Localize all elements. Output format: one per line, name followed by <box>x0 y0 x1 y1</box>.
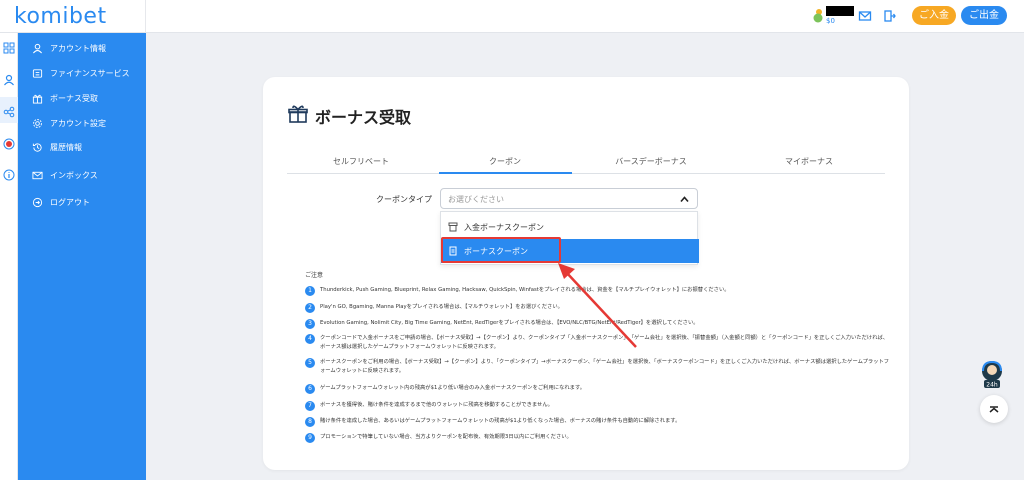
option-label: 入金ボーナスクーポン <box>464 222 544 232</box>
bonus-card: ボーナス受取 セルフリベート クーポン バースデーボーナス マイボーナス クーポ… <box>263 77 909 470</box>
scroll-to-top-button[interactable] <box>980 395 1008 423</box>
icon-rail <box>0 33 18 480</box>
support-chat-icon[interactable]: 24h <box>980 359 1004 389</box>
page-title: ボーナス受取 <box>315 108 412 127</box>
notice-item: 1 Thunderkick, Push Gaming, Blueprint, Re… <box>305 285 890 296</box>
notice-number: 6 <box>305 383 315 394</box>
sidebar-item-history[interactable]: 履歴情報 <box>32 139 82 155</box>
chevron-up-icon <box>989 406 999 413</box>
notice-item: 3 Evolution Gaming, Nolimit City, Big Tim… <box>305 318 890 329</box>
logo-area: komibet <box>0 0 146 33</box>
active-tab-underline <box>439 172 572 174</box>
notice-number: 3 <box>305 318 315 329</box>
notice-item: 7 ボーナスを獲得後、賭け条件を達成するまで他のウォレットに残高を移動することがで… <box>305 400 890 411</box>
coupon-type-label: クーポンタイプ <box>376 195 432 204</box>
notice-item: 2 Play'n GO, Bgaming, Manna Playをプレイされる場合… <box>305 302 890 313</box>
option-deposit-bonus-coupon[interactable]: 入金ボーナスクーポン <box>441 215 699 239</box>
withdraw-button[interactable]: ご出金 <box>961 6 1007 25</box>
notice-number: 9 <box>305 432 315 443</box>
balance-amount: $0 <box>826 17 835 25</box>
share-icon[interactable] <box>3 106 15 118</box>
store-icon <box>448 222 458 232</box>
record-icon[interactable] <box>3 138 15 150</box>
sidebar-item-label: ボーナス受取 <box>50 93 98 103</box>
notice-text: ゲームプラットフォームウォレット内の残高が$1より低い場合のみ入金ボーナスクーポ… <box>320 385 586 391</box>
notice-item: 4 クーポンコードで入金ボーナスをご申請の場合、【ボーナス受取】→【クーポン】より… <box>305 333 890 352</box>
notice-item: 6 ゲームプラットフォームウォレット内の残高が$1より低い場合のみ入金ボーナスクー… <box>305 383 890 394</box>
sidebar-item-account-info[interactable]: アカウント情報 <box>32 40 106 56</box>
history-icon <box>32 142 42 152</box>
finance-icon <box>32 68 43 78</box>
sidebar-item-label: 履歴情報 <box>50 142 82 152</box>
notice-text: Evolution Gaming, Nolimit City, Big Time… <box>320 320 699 326</box>
notice-item: 9 プロモーションで特筆していない場合、当方よりクーポンを配布後、有効期限3日以内… <box>305 432 890 443</box>
sidebar-item-finance[interactable]: ファイナンスサービス <box>32 65 130 81</box>
sidebar-item-label: アカウント設定 <box>50 118 106 128</box>
user-icon[interactable] <box>3 74 15 86</box>
gear-icon <box>33 118 42 128</box>
username-redacted <box>826 6 854 16</box>
gift-icon <box>288 105 308 123</box>
notice-number: 5 <box>305 357 315 368</box>
user-icon <box>32 43 43 53</box>
sidebar: アカウント情報 ファイナンスサービス ボーナス受取 アカウント設定 履歴情報 イ… <box>18 33 146 480</box>
notice-title: ご注意 <box>305 272 324 279</box>
grid-icon[interactable] <box>3 42 15 54</box>
deposit-button[interactable]: ご入金 <box>912 6 956 25</box>
notice-number: 4 <box>305 333 315 344</box>
sidebar-item-inbox[interactable]: インボックス <box>32 167 98 183</box>
bonus-tabs: セルフリベート クーポン バースデーボーナス マイボーナス <box>287 152 885 174</box>
notice-number: 8 <box>305 416 315 427</box>
notice-text: ボーナスクーポンをご利用の場合、【ボーナス受取】→【クーポン】より、「クーポンタ… <box>320 359 890 374</box>
sidebar-item-label: ファイナンスサービス <box>50 68 130 78</box>
notice-number: 2 <box>305 302 315 313</box>
mail-icon <box>32 171 43 179</box>
notice-text: Thunderkick, Push Gaming, Blueprint, Rel… <box>320 287 730 293</box>
annotation-highlight-box <box>441 237 561 263</box>
sidebar-item-bonus[interactable]: ボーナス受取 <box>32 90 98 106</box>
select-placeholder: お選びください <box>448 195 504 204</box>
info-icon[interactable] <box>3 169 15 181</box>
logout-icon <box>32 197 43 207</box>
sidebar-item-logout[interactable]: ログアウト <box>32 194 90 210</box>
support-badge-text: 24h <box>986 382 998 389</box>
tab-birthday-bonus[interactable]: バースデーボーナス <box>591 156 711 167</box>
notice-item: 5 ボーナスクーポンをご利用の場合、【ボーナス受取】→【クーポン】より、「クーポン… <box>305 357 890 376</box>
notice-text: クーポンコードで入金ボーナスをご申請の場合、【ボーナス受取】→【クーポン】より、… <box>320 335 889 350</box>
sidebar-item-label: アカウント情報 <box>50 43 106 53</box>
top-header: komibet $0 ご入金 ご出金 <box>0 0 1024 33</box>
notice-number: 1 <box>305 285 315 296</box>
notice-text: ボーナスを獲得後、賭け条件を達成するまで他のウォレットに残高を移動することができ… <box>320 402 553 408</box>
gift-icon <box>32 94 43 104</box>
notice-item: 8 賭け条件を達成した場合、あるいはゲームプラットフォームウォレットの残高が$1よ… <box>305 416 890 427</box>
tab-coupon[interactable]: クーポン <box>445 156 565 167</box>
logo[interactable]: komibet <box>14 4 107 29</box>
notice-number: 7 <box>305 400 315 411</box>
notice-text: Play'n GO, Bgaming, Manna Playをプレイされる場合は… <box>320 304 563 310</box>
sidebar-item-label: インボックス <box>50 170 98 180</box>
chevron-up-icon <box>680 196 689 203</box>
sidebar-item-label: ログアウト <box>50 197 90 207</box>
notice-text: プロモーションで特筆していない場合、当方よりクーポンを配布後、有効期限3日以内に… <box>320 434 572 440</box>
sidebar-item-settings[interactable]: アカウント設定 <box>32 115 106 131</box>
coin-icon <box>813 9 823 23</box>
logout-icon[interactable] <box>883 9 897 23</box>
notice-text: 賭け条件を達成した場合、あるいはゲームプラットフォームウォレットの残高が$1より… <box>320 418 681 424</box>
mail-icon[interactable] <box>858 9 872 23</box>
tab-my-bonus[interactable]: マイボーナス <box>749 156 869 167</box>
tab-self-rebate[interactable]: セルフリベート <box>301 156 421 167</box>
coupon-type-select[interactable]: お選びください <box>440 188 698 209</box>
